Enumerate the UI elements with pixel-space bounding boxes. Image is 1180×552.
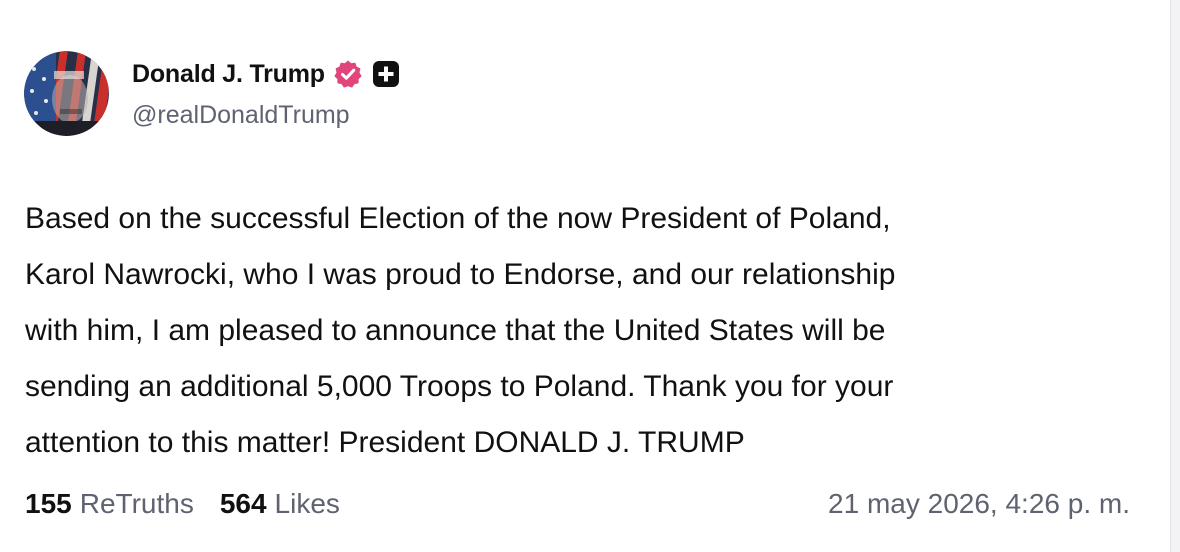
retruths-count: 155 bbox=[25, 488, 72, 519]
author-handle[interactable]: @realDonaldTrump bbox=[132, 101, 350, 130]
likes-count: 564 bbox=[219, 488, 267, 519]
likes-label: Likes bbox=[274, 488, 340, 519]
retruths-label: ReTruths bbox=[79, 488, 194, 519]
avatar[interactable] bbox=[24, 51, 109, 136]
likes-stat[interactable]: 564 Likes bbox=[220, 488, 340, 520]
post-text: Based on the successful Election of the … bbox=[25, 202, 896, 459]
post-timestamp[interactable]: 21 may 2026, 4:26 p. m. bbox=[828, 488, 1130, 520]
post-card: Donald J. Trump @realDonaldTrump Based o… bbox=[0, 0, 1170, 552]
plus-square-icon bbox=[371, 59, 401, 89]
author-name-row: Donald J. Trump bbox=[132, 56, 401, 92]
verified-badge-icon bbox=[333, 59, 363, 89]
author-display-name[interactable]: Donald J. Trump bbox=[132, 60, 325, 89]
retruths-stat[interactable]: 155 ReTruths bbox=[25, 488, 194, 520]
post-stats: 155 ReTruths 564 Likes bbox=[25, 488, 340, 520]
avatar-image bbox=[24, 51, 109, 136]
right-edge-divider bbox=[1170, 0, 1180, 552]
